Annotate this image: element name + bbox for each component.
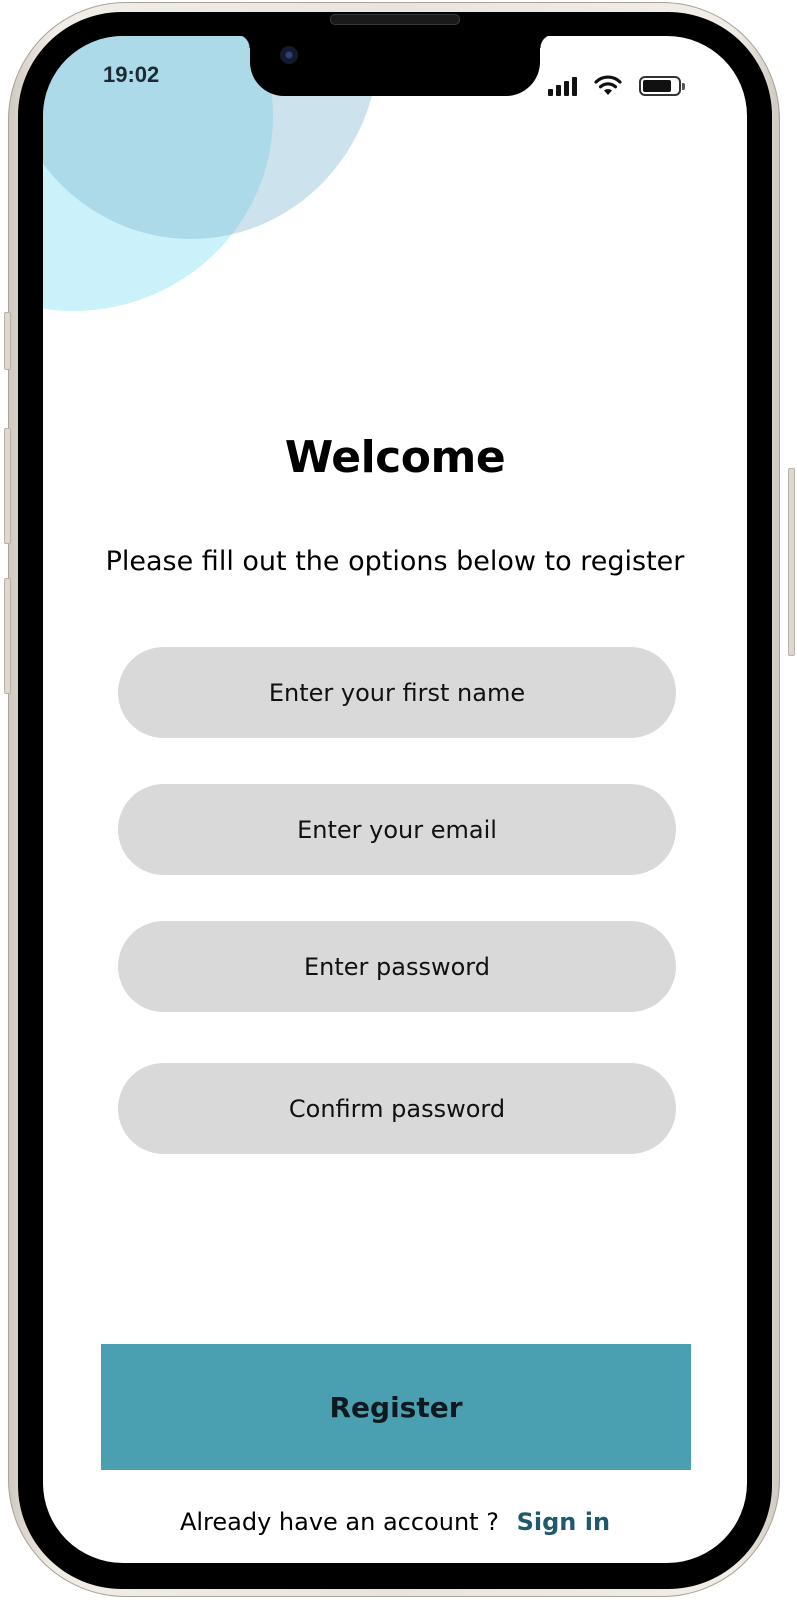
earpiece-speaker <box>330 14 460 25</box>
device-volume-up <box>4 428 11 544</box>
register-button[interactable]: Register <box>101 1344 691 1470</box>
front-camera <box>280 46 298 64</box>
status-icons <box>548 74 685 96</box>
page-title: Welcome <box>284 432 506 483</box>
page-subtitle: Please fill out the options below to reg… <box>105 546 685 577</box>
cellular-signal-icon <box>548 76 577 96</box>
confirm-password-field[interactable] <box>118 1063 676 1154</box>
wifi-icon <box>594 75 622 95</box>
password-field[interactable] <box>118 921 676 1012</box>
device-volume-down <box>4 578 11 694</box>
status-time: 19:02 <box>103 62 160 87</box>
app-screen: 19:02 Welcome Please fill out the option… <box>43 36 747 1563</box>
device-power-button <box>788 468 795 656</box>
signin-prompt: Already have an account ? Sign in <box>43 1508 747 1536</box>
notch <box>236 36 554 96</box>
email-field[interactable] <box>118 784 676 875</box>
signin-prompt-text: Already have an account ? <box>179 1508 499 1536</box>
battery-icon <box>639 76 685 96</box>
signin-link[interactable]: Sign in <box>517 1508 610 1536</box>
first-name-field[interactable] <box>118 647 676 738</box>
device-side-button <box>4 312 11 370</box>
